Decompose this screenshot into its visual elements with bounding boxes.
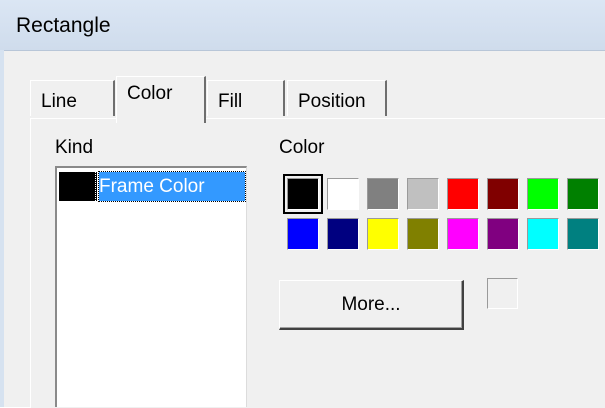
- tab-color-label: Color: [127, 83, 173, 104]
- color-swatch[interactable]: [327, 178, 359, 210]
- color-swatch[interactable]: [367, 178, 399, 210]
- tab-fill[interactable]: Fill: [207, 80, 285, 116]
- color-swatch[interactable]: [327, 218, 359, 250]
- color-swatch[interactable]: [527, 218, 559, 250]
- color-swatch[interactable]: [447, 178, 479, 210]
- color-swatch[interactable]: [287, 218, 319, 250]
- tab-position-label: Position: [298, 91, 366, 112]
- color-swatch[interactable]: [567, 218, 599, 250]
- tab-line[interactable]: Line: [30, 80, 115, 116]
- rectangle-dialog: Rectangle Line Color Fill Position Kind …: [0, 0, 605, 408]
- color-swatch[interactable]: [527, 178, 559, 210]
- title-bar[interactable]: Rectangle: [0, 0, 605, 51]
- kind-listbox[interactable]: Frame Color: [55, 166, 247, 407]
- color-label: Color: [279, 137, 325, 158]
- list-item-label: Frame Color: [98, 171, 246, 202]
- current-color-preview: [487, 278, 518, 309]
- list-item-frame-color[interactable]: Frame Color: [57, 170, 246, 202]
- window-title: Rectangle: [16, 14, 111, 37]
- color-swatch[interactable]: [407, 218, 439, 250]
- color-swatch[interactable]: [407, 178, 439, 210]
- kind-label: Kind: [55, 137, 94, 158]
- color-swatch[interactable]: [567, 178, 599, 210]
- more-colors-button[interactable]: More...: [279, 280, 464, 330]
- tab-position[interactable]: Position: [287, 80, 387, 116]
- color-swatch[interactable]: [487, 178, 519, 210]
- color-swatch[interactable]: [283, 174, 323, 214]
- list-item-color-swatch: [59, 172, 97, 201]
- tab-fill-label: Fill: [218, 91, 243, 112]
- color-swatch[interactable]: [367, 218, 399, 250]
- tab-line-label: Line: [41, 91, 77, 112]
- window-frame-edge: [0, 50, 4, 407]
- color-swatch[interactable]: [487, 218, 519, 250]
- more-colors-button-label: More...: [341, 294, 401, 315]
- color-swatch[interactable]: [447, 218, 479, 250]
- tab-color[interactable]: Color: [116, 76, 206, 123]
- focus-indicator: [95, 172, 98, 201]
